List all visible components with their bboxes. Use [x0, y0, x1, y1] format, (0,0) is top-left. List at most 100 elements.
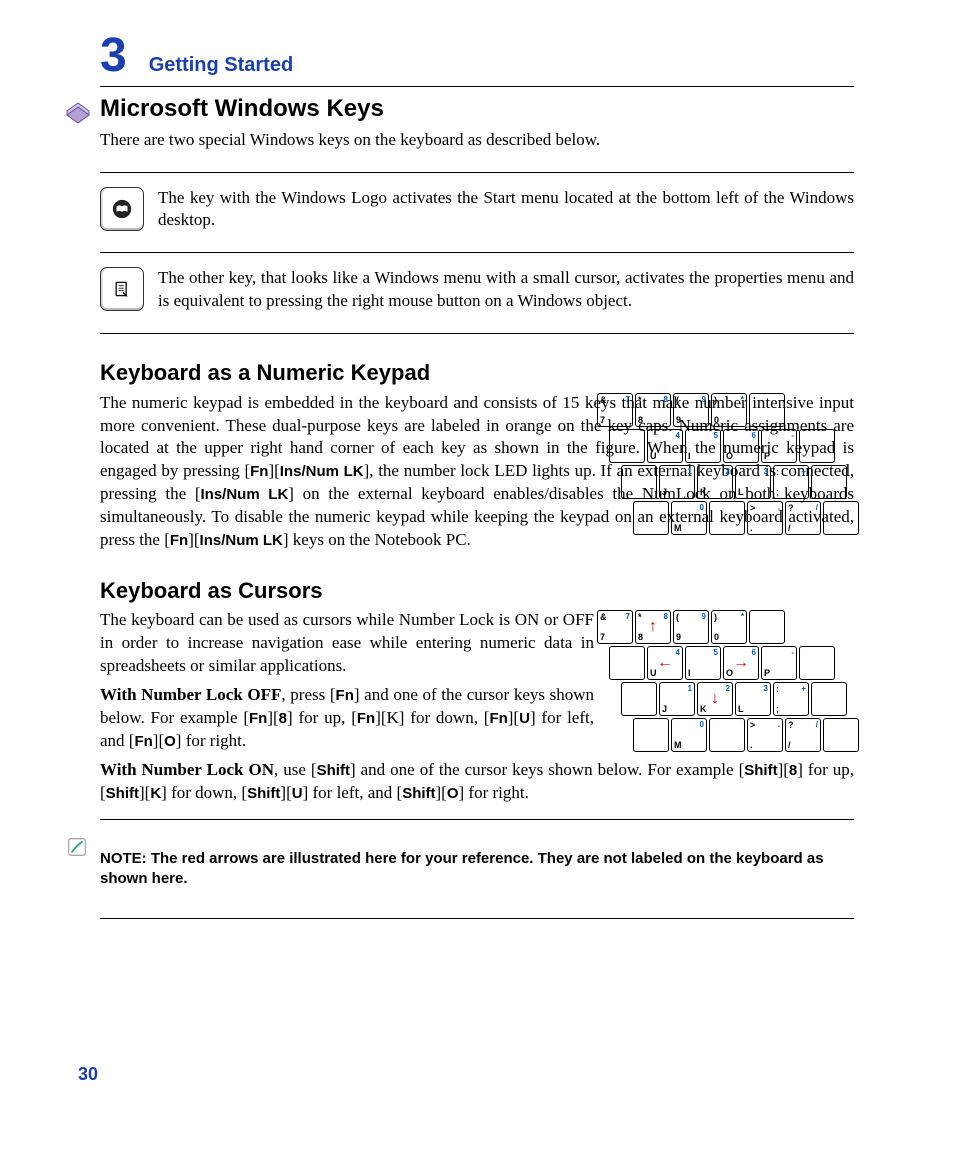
keycap [709, 718, 745, 752]
key-label: Shift [402, 785, 435, 802]
numeric-keypad-diagram: &77*88(99)*04U5I6O-P1J2K3L:+;0M>..?// [596, 392, 860, 536]
keycap: 1J [659, 465, 695, 499]
key-label: Fn [489, 710, 507, 727]
keycap [609, 429, 645, 463]
keypad-row: 0M>..?// [632, 717, 860, 753]
keycap: &77 [597, 610, 633, 644]
keycap: (99 [673, 610, 709, 644]
text: ] keys on the Notebook PC. [283, 530, 471, 549]
menu-key-row: The other key, that looks like a Windows… [100, 267, 854, 319]
chapter-number: 3 [100, 32, 127, 80]
key-label: Fn [249, 710, 267, 727]
text: ][ [268, 461, 279, 480]
key-label: O [447, 785, 459, 802]
menu-key-icon [100, 267, 144, 311]
keycap [799, 429, 835, 463]
key-label: U [519, 710, 530, 727]
section-heading-cursors: Keyboard as Cursors [100, 578, 854, 603]
text: , use [ [274, 760, 317, 779]
section1-intro: There are two special Windows keys on th… [100, 129, 854, 152]
keypad-row: 1J2K↓3L:+; [620, 681, 860, 717]
keycap: (99 [673, 393, 709, 427]
keycap: 5I [685, 429, 721, 463]
keycap [811, 682, 847, 716]
keycap: 0M [671, 718, 707, 752]
cursor-keypad-diagram: &77*88↑(99)*04U←5I6O→-P1J2K↓3L:+;0M>..?/… [596, 609, 860, 753]
text: ] for right. [176, 731, 246, 750]
section-heading-numeric-keypad: Keyboard as a Numeric Keypad [100, 360, 854, 385]
windows-key-desc: The key with the Windows Logo activates … [158, 187, 854, 233]
keycap: 1J [659, 682, 695, 716]
windows-logo-key-icon [100, 187, 144, 231]
chapter-header: 3 Getting Started [100, 32, 854, 80]
keycap [799, 646, 835, 680]
arrow-icon: ↓ [711, 691, 719, 707]
text: ] for down, [ [161, 783, 247, 802]
menu-key-desc: The other key, that looks like a Windows… [158, 267, 854, 313]
keycap [749, 393, 785, 427]
keycap [823, 718, 859, 752]
divider [100, 918, 854, 919]
note-icon [66, 836, 90, 863]
section3-p1: The keyboard can be used as cursors whil… [100, 609, 594, 678]
key-label: Fn [336, 687, 354, 704]
text: ] for up, [ [287, 708, 357, 727]
keycap: 3L [735, 465, 771, 499]
keycap: 4U← [647, 646, 683, 680]
text: ][ [267, 708, 278, 727]
keycap [621, 682, 657, 716]
key-label: Shift [744, 762, 777, 779]
keycap: :+; [773, 465, 809, 499]
chapter-title: Getting Started [149, 55, 293, 75]
keycap: -P [761, 429, 797, 463]
key-label: Fn [170, 532, 188, 549]
keycap: *88↑ [635, 610, 671, 644]
keycap: >.. [747, 501, 783, 535]
key-label: Shift [317, 762, 350, 779]
divider [100, 172, 854, 173]
divider [100, 86, 854, 87]
key-label: 8 [789, 762, 797, 779]
divider [100, 252, 854, 253]
key-label: K [150, 785, 161, 802]
keycap: )*0 [711, 610, 747, 644]
keycap: &77 [597, 393, 633, 427]
keypad-row: 1J2K3L:+; [620, 464, 860, 500]
key-label: Fn [250, 463, 268, 480]
text: ][ [280, 783, 291, 802]
key-label: Shift [247, 785, 280, 802]
keycap [621, 465, 657, 499]
text: ] for right. [459, 783, 529, 802]
key-label: Ins/Num LK [280, 463, 364, 480]
keypad-row: 4U5I6O-P [608, 428, 860, 464]
key-label: O [164, 733, 176, 750]
divider [100, 819, 854, 820]
keycap: 2K↓ [697, 682, 733, 716]
keycap: 2K [697, 465, 733, 499]
arrow-icon: → [733, 655, 749, 671]
keypad-row: &77*88↑(99)*0 [596, 609, 860, 645]
keycap [811, 465, 847, 499]
text: ][ [508, 708, 519, 727]
keycap [709, 501, 745, 535]
text: , press [ [281, 685, 335, 704]
text: ][K] for down, [ [375, 708, 489, 727]
keycap: >.. [747, 718, 783, 752]
text: ] for left, and [ [303, 783, 403, 802]
keycap [633, 501, 669, 535]
text: ][ [139, 783, 150, 802]
keycap: 3L [735, 682, 771, 716]
keycap: 6O [723, 429, 759, 463]
section3-p2: With Number Lock OFF, press [Fn] and one… [100, 684, 594, 753]
keycap [823, 501, 859, 535]
keycap [749, 610, 785, 644]
key-label: Ins/Num LK [200, 532, 283, 549]
text: ][ [778, 760, 789, 779]
text: ][ [188, 530, 199, 549]
text: ][ [436, 783, 447, 802]
keycap: :+; [773, 682, 809, 716]
keycap: -P [761, 646, 797, 680]
keycap [633, 718, 669, 752]
section3-p3: With Number Lock ON, use [Shift] and one… [100, 759, 854, 805]
keypad-row: 0M>..?// [632, 500, 860, 536]
